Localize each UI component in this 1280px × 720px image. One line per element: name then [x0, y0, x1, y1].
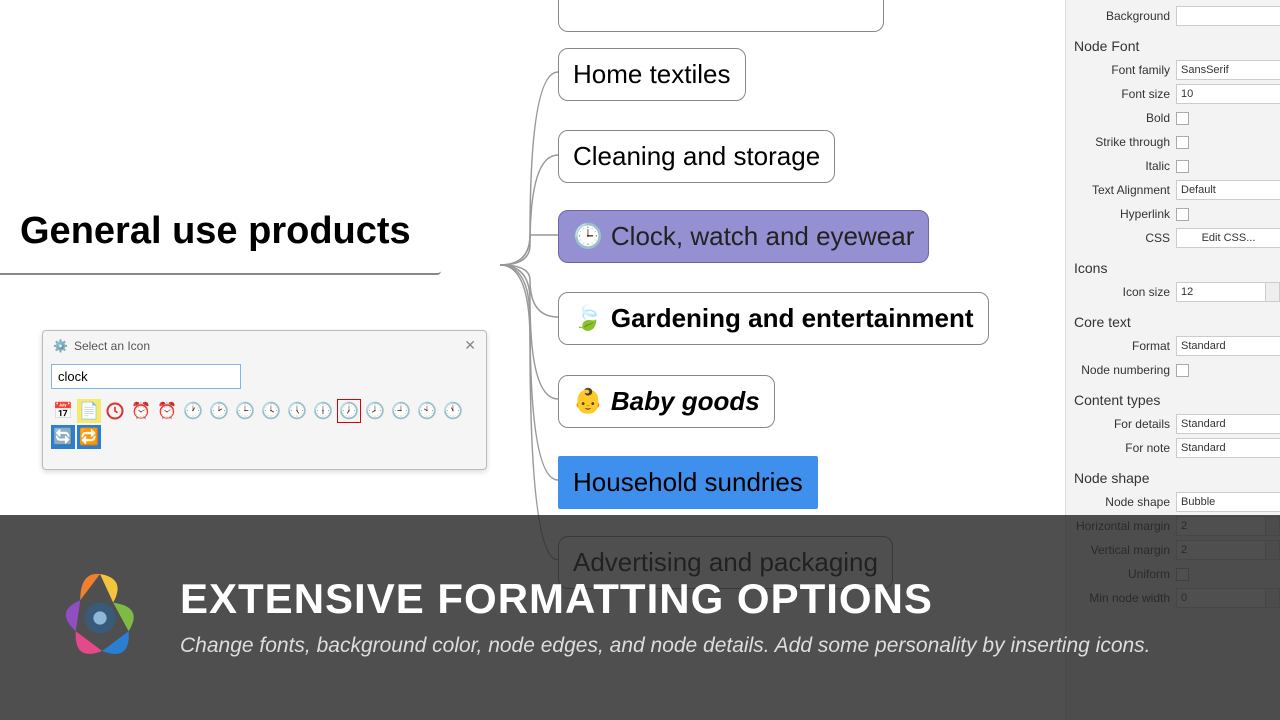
- icon-search-input[interactable]: [51, 364, 241, 389]
- node-beauty[interactable]: Beauty and personal care: [558, 0, 884, 32]
- icon-size-input[interactable]: 12: [1176, 282, 1266, 302]
- icon-size-spinner[interactable]: [1266, 282, 1280, 302]
- background-label: Background: [1066, 9, 1176, 23]
- format-select[interactable]: Standard: [1176, 336, 1280, 356]
- clock-sync-icon[interactable]: 🔄: [51, 425, 75, 449]
- app-logo-icon: [45, 563, 155, 673]
- background-field[interactable]: [1176, 6, 1280, 26]
- section-icons: Icons: [1066, 250, 1280, 280]
- italic-checkbox[interactable]: [1176, 160, 1189, 173]
- clock-5-icon[interactable]: 🕔: [285, 399, 309, 423]
- alarm-red-icon[interactable]: ⏰: [155, 399, 179, 423]
- node-cleaning[interactable]: Cleaning and storage: [558, 130, 835, 183]
- section-node-font: Node Font: [1066, 28, 1280, 58]
- node-baby-goods[interactable]: 👶 Baby goods: [558, 375, 775, 428]
- clock-11-icon[interactable]: 🕚: [441, 399, 465, 423]
- node-gardening[interactable]: 🍃 Gardening and entertainment: [558, 292, 989, 345]
- clock-3-icon[interactable]: 🕒: [233, 399, 257, 423]
- node-label: Home textiles: [573, 59, 731, 90]
- banner-headline: EXTENSIVE FORMATTING OPTIONS: [180, 575, 1250, 623]
- clock-2-icon[interactable]: 🕑: [207, 399, 231, 423]
- gear-icon: ⚙️: [53, 339, 68, 353]
- select-icon-dialog: ⚙️ Select an Icon ✕ 📅 📄 ⏰ ⏰ 🕐 🕑 🕒 🕓 🕔 🕕 …: [42, 330, 487, 470]
- clock-6-icon[interactable]: 🕕: [311, 399, 335, 423]
- node-label: Cleaning and storage: [573, 141, 820, 172]
- node-label: Household sundries: [573, 467, 803, 498]
- banner-subtext: Change fonts, background color, node edg…: [180, 631, 1250, 660]
- strike-checkbox[interactable]: [1176, 136, 1189, 149]
- section-node-shape: Node shape: [1066, 460, 1280, 490]
- clock-1-icon[interactable]: 🕐: [181, 399, 205, 423]
- close-icon[interactable]: ✕: [464, 337, 476, 354]
- root-label: General use products: [20, 210, 411, 252]
- node-household-sundries[interactable]: Household sundries: [558, 456, 818, 509]
- font-size-input[interactable]: 10: [1176, 84, 1280, 104]
- node-home-textiles[interactable]: Home textiles: [558, 48, 746, 101]
- section-content-types: Content types: [1066, 382, 1280, 412]
- font-family-select[interactable]: SansSerif: [1176, 60, 1280, 80]
- node-shape-select[interactable]: Bubble: [1176, 492, 1280, 512]
- clock-9-icon[interactable]: 🕘: [389, 399, 413, 423]
- clock-10-icon[interactable]: 🕙: [415, 399, 439, 423]
- section-core-text: Core text: [1066, 304, 1280, 334]
- node-label: Clock, watch and eyewear: [611, 221, 914, 252]
- node-numbering-checkbox[interactable]: [1176, 364, 1189, 377]
- dialog-title: Select an Icon: [74, 339, 150, 353]
- connector-lines: [0, 0, 1060, 560]
- leaf-icon: 🍃: [573, 304, 603, 333]
- for-details-select[interactable]: Standard: [1176, 414, 1280, 434]
- clock-4-icon[interactable]: 🕓: [259, 399, 283, 423]
- for-note-select[interactable]: Standard: [1176, 438, 1280, 458]
- text-align-select[interactable]: Default: [1176, 180, 1280, 200]
- dialog-titlebar[interactable]: ⚙️ Select an Icon ✕: [43, 331, 486, 360]
- icon-grid: 📅 📄 ⏰ ⏰ 🕐 🕑 🕒 🕓 🕔 🕕 🕖 🕗 🕘 🕙 🕚 🔄 🔁: [43, 393, 486, 469]
- clock-red-icon[interactable]: [103, 399, 127, 423]
- root-node[interactable]: General use products: [20, 210, 411, 253]
- hyperlink-checkbox[interactable]: [1176, 208, 1189, 221]
- clock-refresh-icon[interactable]: 🔁: [77, 425, 101, 449]
- clock-7-icon[interactable]: 🕖: [337, 399, 361, 423]
- calendar-clock-icon[interactable]: 📅: [51, 399, 75, 423]
- bold-checkbox[interactable]: [1176, 112, 1189, 125]
- alarm-clock-icon[interactable]: ⏰: [129, 399, 153, 423]
- node-clock-watch-eyewear[interactable]: 🕒 Clock, watch and eyewear: [558, 210, 929, 263]
- clock-8-icon[interactable]: 🕗: [363, 399, 387, 423]
- node-label: Baby goods: [611, 386, 760, 417]
- promo-banner: EXTENSIVE FORMATTING OPTIONS Change font…: [0, 515, 1280, 720]
- note-clock-icon[interactable]: 📄: [77, 399, 101, 423]
- clock-icon: 🕒: [573, 222, 603, 251]
- edit-css-button[interactable]: Edit CSS...: [1176, 228, 1280, 248]
- baby-icon: 👶: [573, 387, 603, 416]
- node-label: Gardening and entertainment: [611, 303, 974, 334]
